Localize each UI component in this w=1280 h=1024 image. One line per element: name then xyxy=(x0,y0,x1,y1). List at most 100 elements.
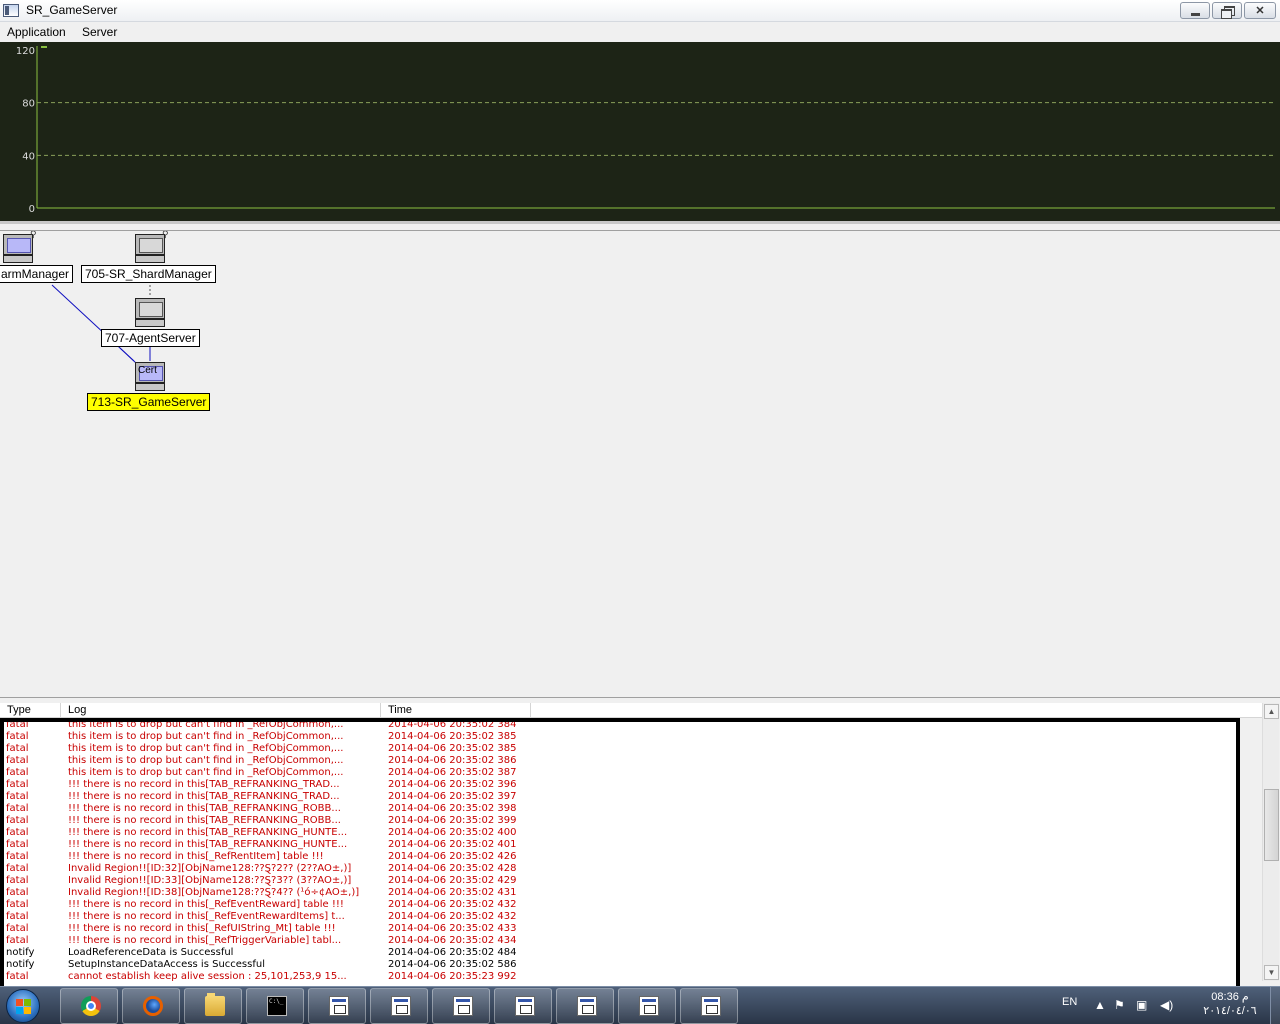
minimize-button[interactable] xyxy=(1180,2,1210,19)
taskbar-button-app[interactable] xyxy=(370,988,428,1024)
log-message-cell: !!! there is no record in this[TAB_REFRA… xyxy=(68,839,348,850)
plug-icon: ⚲ xyxy=(162,230,169,239)
log-type-cell: fatal xyxy=(6,839,29,850)
log-type-cell: fatal xyxy=(6,911,29,922)
show-desktop-button[interactable] xyxy=(1270,987,1280,1024)
log-message-cell: Invalid Region!![ID:38][ObjName128:??Ȿ?4… xyxy=(68,887,360,898)
log-row[interactable]: fatal !!! there is no record in this[_Ref… xyxy=(4,923,1236,935)
log-type-cell: fatal xyxy=(6,851,29,862)
column-header-time[interactable]: Time xyxy=(381,703,531,718)
app-window-icon[interactable] xyxy=(3,4,19,17)
taskbar-button-explorer[interactable] xyxy=(184,988,242,1024)
taskbar-button-app[interactable] xyxy=(680,988,738,1024)
log-row[interactable]: fatal this item is to drop but can't find… xyxy=(4,755,1236,767)
node-label-shard-manager[interactable]: 705-SR_ShardManager xyxy=(81,265,216,283)
log-row[interactable]: notify SetupInstanceDataAccess is Success… xyxy=(4,959,1236,971)
computer-base xyxy=(135,255,165,263)
menu-server[interactable]: Server xyxy=(82,25,117,39)
language-indicator[interactable]: EN xyxy=(1062,996,1077,1008)
node-label-game-server[interactable]: 713-SR_GameServer xyxy=(87,393,211,411)
log-message-cell: LoadReferenceData is Successful xyxy=(68,947,234,958)
show-hidden-icons-icon[interactable]: ▲ xyxy=(1094,998,1106,1012)
log-row[interactable]: fatal !!! there is no record in this[TAB_… xyxy=(4,791,1236,803)
taskbar-button-app[interactable] xyxy=(308,988,366,1024)
taskbar-button-app[interactable] xyxy=(618,988,676,1024)
column-header-log[interactable]: Log xyxy=(61,703,381,718)
log-row[interactable]: fatal Invalid Region!![ID:38][ObjName128:… xyxy=(4,887,1236,899)
app-icon xyxy=(639,996,659,1016)
log-message-cell: this item is to drop but can't find in _… xyxy=(68,743,344,754)
network-icon[interactable]: ▣ xyxy=(1136,998,1147,1012)
log-list[interactable]: fatal this item is to drop but can't find… xyxy=(0,718,1240,990)
node-label-agent-server[interactable]: 707-AgentServer xyxy=(101,329,200,347)
log-type-cell: fatal xyxy=(6,743,29,754)
taskbar-button-app[interactable] xyxy=(494,988,552,1024)
scroll-up-button[interactable]: ▲ xyxy=(1264,704,1279,719)
taskbar-button-chrome[interactable] xyxy=(60,988,118,1024)
log-time-cell: 2014-04-06 20:35:02 398 xyxy=(388,803,517,814)
log-row[interactable]: fatal this item is to drop but can't find… xyxy=(4,743,1236,755)
log-row[interactable]: fatal !!! there is no record in this[_Ref… xyxy=(4,911,1236,923)
app-icon xyxy=(453,996,473,1016)
log-message-cell: SetupInstanceDataAccess is Successful xyxy=(68,959,265,970)
clock[interactable]: 08:36 م ٢٠١٤/٠٤/٠٦ xyxy=(1190,990,1270,1018)
log-row[interactable]: fatal !!! there is no record in this[_Ref… xyxy=(4,899,1236,911)
log-type-cell: fatal xyxy=(6,803,29,814)
log-row[interactable]: fatal !!! there is no record in this[_Ref… xyxy=(4,935,1236,947)
log-row[interactable]: fatal Invalid Region!![ID:33][ObjName128:… xyxy=(4,875,1236,887)
shard-manager-computer-icon[interactable]: ⚲ xyxy=(134,231,169,265)
log-row[interactable]: fatal !!! there is no record in this[TAB_… xyxy=(4,803,1236,815)
taskbar-button-cmd[interactable]: C:\_ xyxy=(246,988,304,1024)
log-message-cell: cannot establish keep alive session : 25… xyxy=(68,971,347,982)
taskbar-button-app[interactable] xyxy=(432,988,490,1024)
clock-time: 08:36 م xyxy=(1211,991,1249,1003)
server-topology[interactable]: ⚲ armManager ⚲ 705-SR_ShardManager 707-A… xyxy=(0,230,1280,698)
log-row[interactable]: fatal this item is to drop but can't find… xyxy=(4,767,1236,779)
restore-button[interactable] xyxy=(1212,2,1242,19)
log-message-cell: this item is to drop but can't find in _… xyxy=(68,755,344,766)
close-button[interactable] xyxy=(1244,2,1276,19)
log-row[interactable]: fatal !!! there is no record in this[TAB_… xyxy=(4,839,1236,851)
log-row[interactable]: fatal this item is to drop but can't find… xyxy=(4,731,1236,743)
log-time-cell: 2014-04-06 20:35:02 431 xyxy=(388,887,517,898)
windows-logo-icon xyxy=(16,999,32,1015)
action-center-flag-icon[interactable]: ⚑ xyxy=(1114,998,1125,1012)
volume-icon[interactable]: ◀) xyxy=(1160,998,1173,1012)
log-time-cell: 2014-04-06 20:35:02 396 xyxy=(388,779,517,790)
log-row[interactable]: fatal !!! there is no record in this[TAB_… xyxy=(4,827,1236,839)
log-row[interactable]: notify LoadReferenceData is Successful 201… xyxy=(4,947,1236,959)
computer-base xyxy=(135,383,165,391)
log-type-cell: fatal xyxy=(6,935,29,946)
log-row[interactable]: fatal cannot establish keep alive session… xyxy=(4,971,1236,983)
log-message-cell: !!! there is no record in this[_RefTrigg… xyxy=(68,935,342,946)
log-time-cell: 2014-04-06 20:35:02 385 xyxy=(388,731,517,742)
log-row[interactable]: fatal this item is to drop but can't find… xyxy=(4,722,1236,731)
log-message-cell: !!! there is no record in this[TAB_REFRA… xyxy=(68,827,348,838)
computer-screen xyxy=(135,234,165,255)
log-row[interactable]: fatal Invalid Region!![ID:32][ObjName128:… xyxy=(4,863,1236,875)
log-time-cell: 2014-04-06 20:35:02 386 xyxy=(388,755,517,766)
app-icon xyxy=(391,996,411,1016)
log-row[interactable]: fatal !!! there is no record in this[TAB_… xyxy=(4,779,1236,791)
taskbar-button-firefox[interactable] xyxy=(122,988,180,1024)
log-scrollbar[interactable]: ▲ ▼ xyxy=(1262,703,1279,981)
game-server-computer-icon[interactable]: Cert xyxy=(134,361,166,393)
column-header-type[interactable]: Type xyxy=(0,703,61,718)
menu-application[interactable]: Application xyxy=(7,25,66,39)
scroll-thumb[interactable] xyxy=(1264,789,1279,861)
node-label-farm-manager[interactable]: armManager xyxy=(0,265,74,283)
scroll-down-button[interactable]: ▼ xyxy=(1264,965,1279,980)
log-message-cell: !!! there is no record in this[_RefUIStr… xyxy=(68,923,336,934)
log-type-cell: fatal xyxy=(6,887,29,898)
title-bar[interactable]: SR_GameServer xyxy=(0,0,1280,22)
start-button[interactable] xyxy=(6,989,40,1023)
log-row[interactable]: fatal !!! there is no record in this[_Ref… xyxy=(4,851,1236,863)
log-message-cell: this item is to drop but can't find in _… xyxy=(68,767,344,778)
log-time-cell: 2014-04-06 20:35:02 433 xyxy=(388,923,517,934)
log-type-cell: fatal xyxy=(6,791,29,802)
farm-manager-computer-icon[interactable]: ⚲ xyxy=(2,231,37,265)
cmd-icon: C:\_ xyxy=(267,996,287,1016)
log-row[interactable]: fatal !!! there is no record in this[TAB_… xyxy=(4,815,1236,827)
taskbar-button-app[interactable] xyxy=(556,988,614,1024)
agent-server-computer-icon[interactable] xyxy=(134,297,166,329)
